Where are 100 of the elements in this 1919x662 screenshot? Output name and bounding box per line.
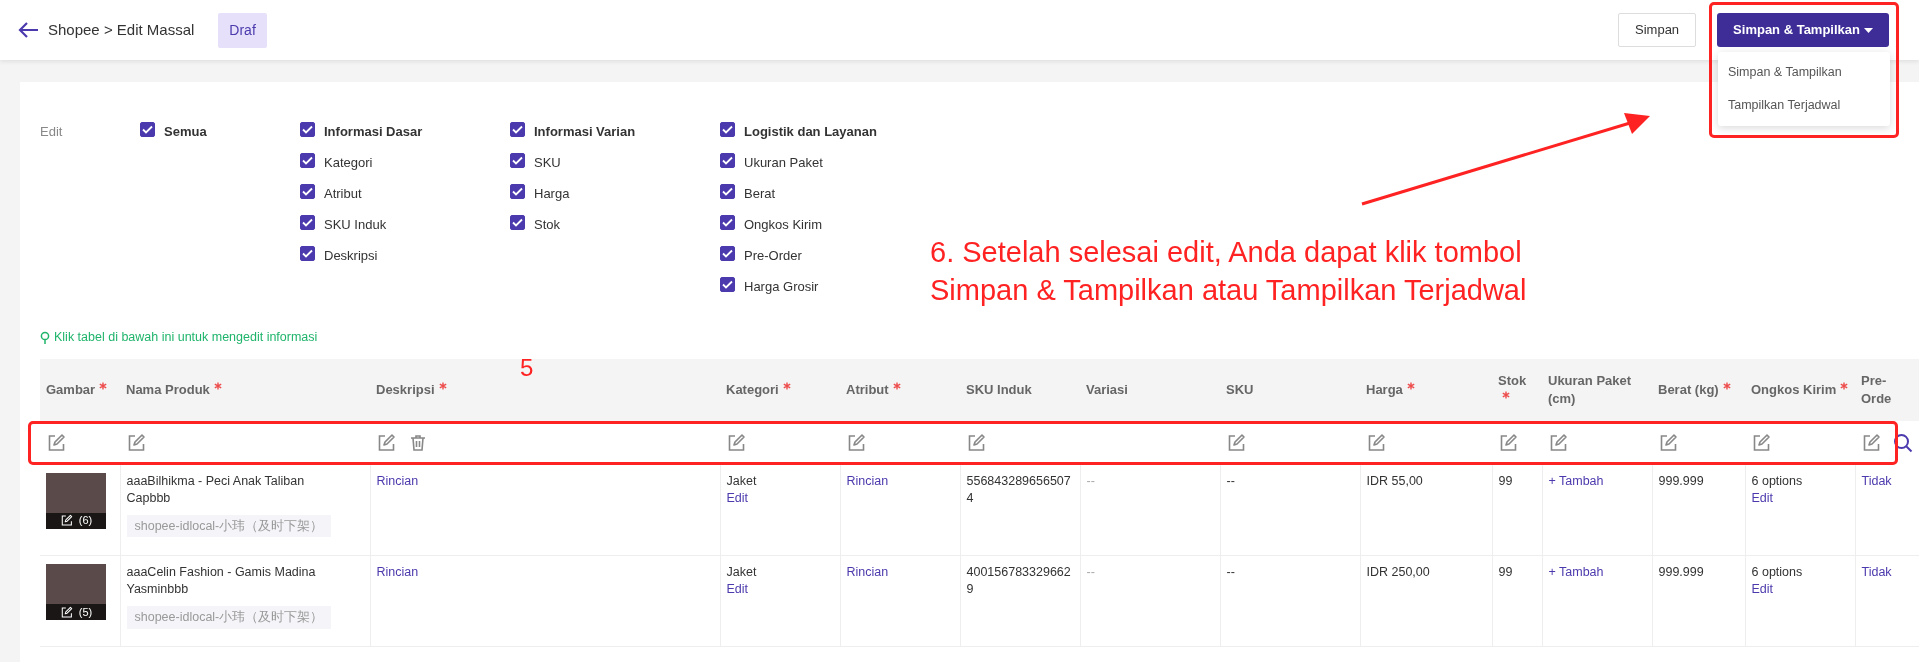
save-and-publish-button[interactable]: Simpan & Tampilkan xyxy=(1717,13,1889,47)
back-arrow-icon[interactable] xyxy=(18,21,40,39)
column-header: Nama Produk xyxy=(126,381,210,397)
edit-link[interactable]: Edit xyxy=(1751,581,1849,598)
step-number: 5 xyxy=(520,353,534,383)
cell-text: -- xyxy=(1226,472,1236,490)
checkbox[interactable] xyxy=(300,246,315,261)
checkbox[interactable] xyxy=(720,215,735,230)
cell-text: IDR 55,00 xyxy=(1366,472,1424,490)
breadcrumb: Shopee > Edit Massal xyxy=(48,19,195,40)
cell-text: -- xyxy=(1226,564,1236,582)
product-tag: shopee-idlocal-小玮（及时下架） xyxy=(126,514,332,538)
filter-label: Edit xyxy=(40,123,64,141)
cell-text: Jaket xyxy=(726,564,758,582)
column-header: Deskripsi xyxy=(376,381,435,397)
check-icon xyxy=(301,186,314,197)
link[interactable]: Rincian xyxy=(846,565,889,580)
checkbox-label: SKU Induk xyxy=(324,216,387,234)
column-header: Berat (kg) xyxy=(1658,381,1719,397)
photo-placeholder[interactable]: (5) xyxy=(46,564,106,621)
link[interactable]: + Tambah xyxy=(1548,565,1604,580)
check-icon xyxy=(511,186,524,197)
image-count-bar[interactable]: (5) xyxy=(46,604,106,621)
cell-text: 99 xyxy=(1498,472,1514,490)
check-icon xyxy=(511,124,524,135)
column-header: Atribut xyxy=(846,381,889,397)
cell-text: Jaket xyxy=(726,472,758,490)
cell-text: IDR 250,00 xyxy=(1366,564,1431,582)
check-icon xyxy=(301,124,314,135)
menu-item[interactable]: Simpan & Tampilkan xyxy=(1718,56,1890,89)
column-header: Gambar xyxy=(46,381,96,397)
checkbox[interactable] xyxy=(720,277,735,292)
link[interactable]: Rincian xyxy=(846,473,889,488)
save-button[interactable]: Simpan xyxy=(1618,13,1697,47)
checkbox-label: Deskripsi xyxy=(324,247,378,265)
link[interactable]: Rincian xyxy=(376,473,419,488)
edit-link[interactable]: Edit xyxy=(1751,489,1849,507)
link[interactable]: Rincian xyxy=(376,565,419,580)
checkbox[interactable] xyxy=(300,215,315,230)
checkbox-label: Informasi Dasar xyxy=(324,123,423,141)
check-icon xyxy=(301,248,314,259)
check-icon xyxy=(721,155,734,166)
link[interactable]: Tidak xyxy=(1861,473,1892,488)
menu-item[interactable]: Tampilkan Terjadwal xyxy=(1718,88,1890,122)
column-header: Kategori xyxy=(726,381,779,397)
cell-text: -- xyxy=(1086,564,1096,582)
check-icon xyxy=(721,124,734,135)
link[interactable]: Tidak xyxy=(1861,565,1892,580)
cell-text: 4001567833296629 xyxy=(966,564,1072,598)
cell-text: 5568432896565074 xyxy=(966,472,1072,507)
checkbox[interactable] xyxy=(300,184,315,199)
cell-text: 99 xyxy=(1498,564,1514,582)
checkbox-label: Ongkos Kirim xyxy=(744,216,823,234)
checkbox-label: Stok xyxy=(534,216,560,234)
checkbox[interactable] xyxy=(300,153,315,168)
edit-link[interactable]: Edit xyxy=(726,581,834,598)
photo-placeholder[interactable]: (6) xyxy=(46,472,106,529)
status-badge: Draf xyxy=(218,12,267,48)
checkbox-label: Harga Grosir xyxy=(744,278,819,296)
trash-icon[interactable] xyxy=(408,432,428,453)
checkbox[interactable] xyxy=(720,153,735,168)
cell-text: 999.999 xyxy=(1658,472,1705,490)
image-count-bar[interactable]: (6) xyxy=(46,512,106,529)
check-icon xyxy=(301,155,314,166)
checkbox[interactable] xyxy=(720,122,735,137)
column-header: Stok xyxy=(1498,373,1527,389)
product-tag: shopee-idlocal-小玮（及时下架） xyxy=(126,606,332,629)
edit-icon[interactable] xyxy=(59,514,73,528)
instruction-text: 6. Setelah selesai edit, Anda dapat klik tombol Simpan & Tampilkan atau Tampilkan Terjadwal xyxy=(930,235,1527,308)
edit-link[interactable]: Edit xyxy=(726,489,834,507)
image-count: (6) xyxy=(78,513,93,529)
edit-icon[interactable] xyxy=(59,605,73,619)
hint-text: Klik tabel di bawah ini untuk mengedit informasi xyxy=(54,329,318,346)
checkbox-label: SKU xyxy=(534,154,561,172)
checkbox-label: Pre-Order xyxy=(744,247,802,265)
product-name: aaaBilhikma - Peci Anak Taliban Capbbb xyxy=(126,472,306,507)
checkbox[interactable] xyxy=(300,122,315,137)
column-header: Pre-Orde xyxy=(1861,373,1892,406)
column-header: Ukuran Paket (cm) xyxy=(1548,373,1632,406)
check-icon xyxy=(301,217,314,228)
checkbox[interactable] xyxy=(510,215,525,230)
caret-icon xyxy=(1864,27,1873,33)
check-icon xyxy=(721,186,734,197)
checkbox-label: Informasi Varian xyxy=(534,123,636,141)
link[interactable]: + Tambah xyxy=(1548,473,1604,488)
checkbox[interactable] xyxy=(510,184,525,199)
checkbox[interactable] xyxy=(510,153,525,168)
checkbox[interactable] xyxy=(140,122,155,137)
cell-text: -- xyxy=(1086,472,1096,490)
search-icon[interactable] xyxy=(1893,432,1913,453)
checkbox[interactable] xyxy=(720,184,735,199)
checkbox-label: Logistik dan Layanan xyxy=(744,123,877,141)
cell-text: 6 options xyxy=(1751,472,1804,490)
column-header: Ongkos Kirim xyxy=(1751,381,1837,397)
cell-text: 999.999 xyxy=(1658,564,1705,582)
checkbox-label: Semua xyxy=(164,123,207,141)
column-header: Variasi xyxy=(1086,381,1128,397)
check-icon xyxy=(511,155,524,166)
checkbox[interactable] xyxy=(720,246,735,261)
checkbox[interactable] xyxy=(510,122,525,137)
